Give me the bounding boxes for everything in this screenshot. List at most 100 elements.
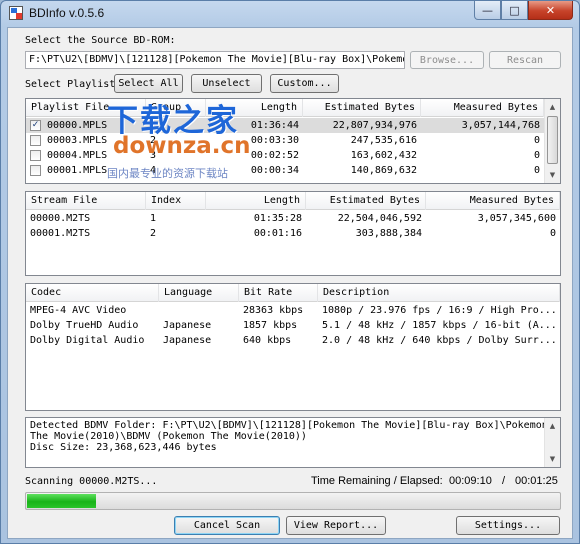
playlist-estimated-bytes: 247,535,616 [350, 135, 417, 146]
playlist-measured-bytes: 0 [533, 135, 540, 146]
playlist-row[interactable]: 00004.MPLS 3 00:02:52 163,602,432 0 [26, 148, 544, 163]
stream-index: 2 [150, 228, 157, 239]
unselect-button[interactable]: Unselect [191, 74, 262, 93]
col-stream-length[interactable]: Length [206, 192, 306, 210]
time-remaining: 00:09:10 [449, 475, 492, 487]
main-panel: Select the Source BD-ROM: F:\PT\U2\[BDMV… [7, 27, 573, 539]
report-line: The Movie(2010)\BDMV (Pokemon The Movie(… [30, 431, 307, 442]
maximize-icon: □ [509, 3, 520, 17]
close-icon: ✕ [545, 3, 556, 17]
app-icon [9, 6, 23, 20]
codec-bit-rate: 1857 kbps [243, 320, 298, 331]
stream-list[interactable]: Stream File Index Length Estimated Bytes… [25, 191, 561, 276]
codec-bit-rate: 640 kbps [243, 335, 292, 346]
codec-name: Dolby TrueHD Audio [30, 320, 139, 331]
scroll-up-icon[interactable]: ▲ [545, 99, 560, 115]
codec-row[interactable]: MPEG-4 AVC Video 28363 kbps 1080p / 23.976… [26, 303, 560, 318]
codec-row[interactable]: Dolby Digital Audio Japanese 640 kbps 2.0 /… [26, 333, 560, 348]
playlist-row[interactable]: 00003.MPLS 2 00:03:30 247,535,616 0 [26, 133, 544, 148]
custom-button[interactable]: Custom... [270, 74, 339, 93]
playlist-file: 00003.MPLS [47, 135, 108, 146]
stream-measured-bytes: 0 [549, 228, 556, 239]
checked-checkbox[interactable]: ✓ [30, 120, 41, 131]
playlist-group: 3 [150, 150, 157, 161]
unchecked-checkbox[interactable] [30, 150, 41, 161]
stream-index: 1 [150, 213, 157, 224]
playlist-file: 00000.MPLS [47, 120, 108, 131]
codec-description: 2.0 / 48 kHz / 640 kbps / Dolby Surr... [322, 335, 557, 346]
codec-row[interactable]: Dolby TrueHD Audio Japanese 1857 kbps 5.1 /… [26, 318, 560, 333]
unchecked-checkbox[interactable] [30, 135, 41, 146]
scroll-up-icon[interactable]: ▲ [545, 418, 560, 434]
close-button[interactable]: ✕ [528, 1, 573, 20]
playlist-length: 00:00:34 [250, 165, 299, 176]
codec-name: Dolby Digital Audio [30, 335, 145, 346]
scan-progress-fill [27, 494, 97, 508]
minimize-icon: — [482, 3, 493, 17]
stream-measured-bytes: 3,057,345,600 [477, 213, 556, 224]
codec-description: 1080p / 23.976 fps / 16:9 / High Pro... [322, 305, 557, 316]
browse-button[interactable]: Browse... [410, 51, 484, 69]
col-playlist-file[interactable]: Playlist File [26, 99, 146, 117]
minimize-button[interactable]: — [474, 1, 501, 20]
codec-name: MPEG-4 AVC Video [30, 305, 127, 316]
codec-bit-rate: 28363 kbps [243, 305, 304, 316]
time-label: Time Remaining / Elapsed: [311, 475, 443, 487]
stream-row[interactable]: 00001.M2TS 2 00:01:16 303,888,384 0 [26, 226, 560, 241]
scanning-status: Scanning 00000.M2TS... [25, 476, 158, 487]
source-path-input[interactable]: F:\PT\U2\[BDMV]\[121128][Pokemon The Mov… [25, 51, 405, 69]
codec-list[interactable]: Codec Language Bit Rate Description MPEG… [25, 283, 561, 411]
playlist-measured-bytes: 0 [533, 150, 540, 161]
stream-row[interactable]: 00000.M2TS 1 01:35:28 22,504,046,592 3,057,3… [26, 211, 560, 226]
rescan-button[interactable]: Rescan [489, 51, 561, 69]
playlist-length: 01:36:44 [250, 120, 299, 131]
playlist-group: 2 [150, 135, 157, 146]
col-bit-rate[interactable]: Bit Rate [239, 284, 318, 302]
codec-language [159, 303, 239, 318]
stream-estimated-bytes: 303,888,384 [355, 228, 422, 239]
settings-button[interactable]: Settings... [456, 516, 560, 535]
col-measured-bytes[interactable]: Measured Bytes [421, 99, 544, 117]
time-separator: / [502, 475, 506, 487]
col-length[interactable]: Length [206, 99, 303, 117]
col-stream-measured[interactable]: Measured Bytes [426, 192, 560, 210]
scroll-down-icon[interactable]: ▼ [545, 451, 560, 467]
playlist-length: 00:03:30 [250, 135, 299, 146]
report-textbox[interactable]: Detected BDMV Folder: F:\PT\U2\[BDMV]\[1… [25, 417, 561, 468]
col-estimated-bytes[interactable]: Estimated Bytes [303, 99, 421, 117]
col-stream-estimated[interactable]: Estimated Bytes [306, 192, 426, 210]
unchecked-checkbox[interactable] [30, 165, 41, 176]
col-group[interactable]: Group [146, 99, 206, 117]
scroll-thumb[interactable] [547, 116, 558, 164]
col-codec[interactable]: Codec [26, 284, 159, 302]
window-title: BDInfo v.0.5.6 [29, 6, 105, 20]
stream-estimated-bytes: 22,504,046,592 [337, 213, 422, 224]
report-scrollbar[interactable]: ▲ ▼ [544, 418, 560, 467]
col-stream-file[interactable]: Stream File [26, 192, 146, 210]
playlist-length: 00:02:52 [250, 150, 299, 161]
select-playlist-label: Select Playlist [25, 79, 116, 90]
col-description[interactable]: Description [318, 284, 560, 302]
playlist-estimated-bytes: 140,869,632 [350, 165, 417, 176]
bdinfo-window: BDInfo v.0.5.6 — □ ✕ Select the Source B… [0, 0, 580, 544]
playlist-scrollbar[interactable]: ▲ ▼ [544, 99, 560, 183]
codec-description: 5.1 / 48 kHz / 1857 kbps / 16-bit (A... [322, 320, 557, 331]
playlist-row[interactable]: ✓ 00000.MPLS 1 01:36:44 22,807,934,976 3,057,… [26, 118, 544, 133]
select-all-button[interactable]: Select All [114, 74, 183, 93]
playlist-header: Playlist File Group Length Estimated Byt… [26, 99, 560, 117]
codec-header: Codec Language Bit Rate Description [26, 284, 560, 302]
stream-length: 00:01:16 [253, 228, 302, 239]
playlist-row[interactable]: 00001.MPLS 4 00:00:34 140,869,632 0 [26, 163, 544, 178]
playlist-group: 4 [150, 165, 157, 176]
cancel-scan-button[interactable]: Cancel Scan [174, 516, 280, 535]
playlist-list[interactable]: Playlist File Group Length Estimated Byt… [25, 98, 561, 184]
playlist-file: 00004.MPLS [47, 150, 108, 161]
view-report-button[interactable]: View Report... [286, 516, 386, 535]
title-bar[interactable]: BDInfo v.0.5.6 — □ ✕ [1, 1, 579, 25]
col-language[interactable]: Language [159, 284, 239, 302]
col-index[interactable]: Index [146, 192, 206, 210]
playlist-estimated-bytes: 22,807,934,976 [332, 120, 417, 131]
maximize-button[interactable]: □ [501, 1, 528, 20]
source-label: Select the Source BD-ROM: [25, 35, 176, 46]
scroll-down-icon[interactable]: ▼ [545, 167, 560, 183]
